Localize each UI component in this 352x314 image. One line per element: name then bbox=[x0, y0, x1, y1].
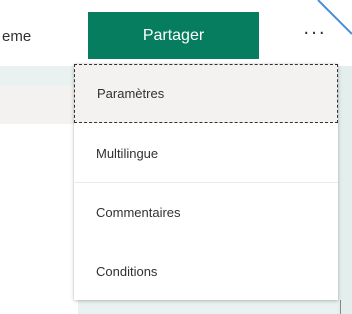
menu-item-label: Paramètres bbox=[97, 86, 165, 101]
menu-item-label: Multilingue bbox=[96, 145, 159, 161]
menu-item-terms[interactable]: Conditions bbox=[74, 242, 338, 300]
more-options-menu: Paramètres Multilingue Commentaires Cond… bbox=[74, 64, 338, 300]
right-edge-panel bbox=[338, 66, 352, 314]
forms-page: eme Partager ··· Paramètres Multilingue … bbox=[0, 0, 352, 314]
theme-button-label[interactable]: eme bbox=[2, 28, 31, 45]
top-toolbar: eme Partager ··· bbox=[0, 0, 352, 66]
menu-item-multilingual[interactable]: Multilingue bbox=[74, 124, 338, 182]
menu-item-label: Conditions bbox=[96, 263, 158, 279]
right-edge-marker bbox=[340, 300, 350, 314]
more-options-button[interactable]: ··· bbox=[295, 24, 335, 44]
form-card-header bbox=[0, 86, 78, 124]
share-button[interactable]: Partager bbox=[88, 12, 259, 59]
menu-item-label: Commentaires bbox=[96, 204, 181, 220]
menu-item-comments[interactable]: Commentaires bbox=[74, 183, 338, 241]
menu-item-settings[interactable]: Paramètres bbox=[74, 64, 338, 123]
